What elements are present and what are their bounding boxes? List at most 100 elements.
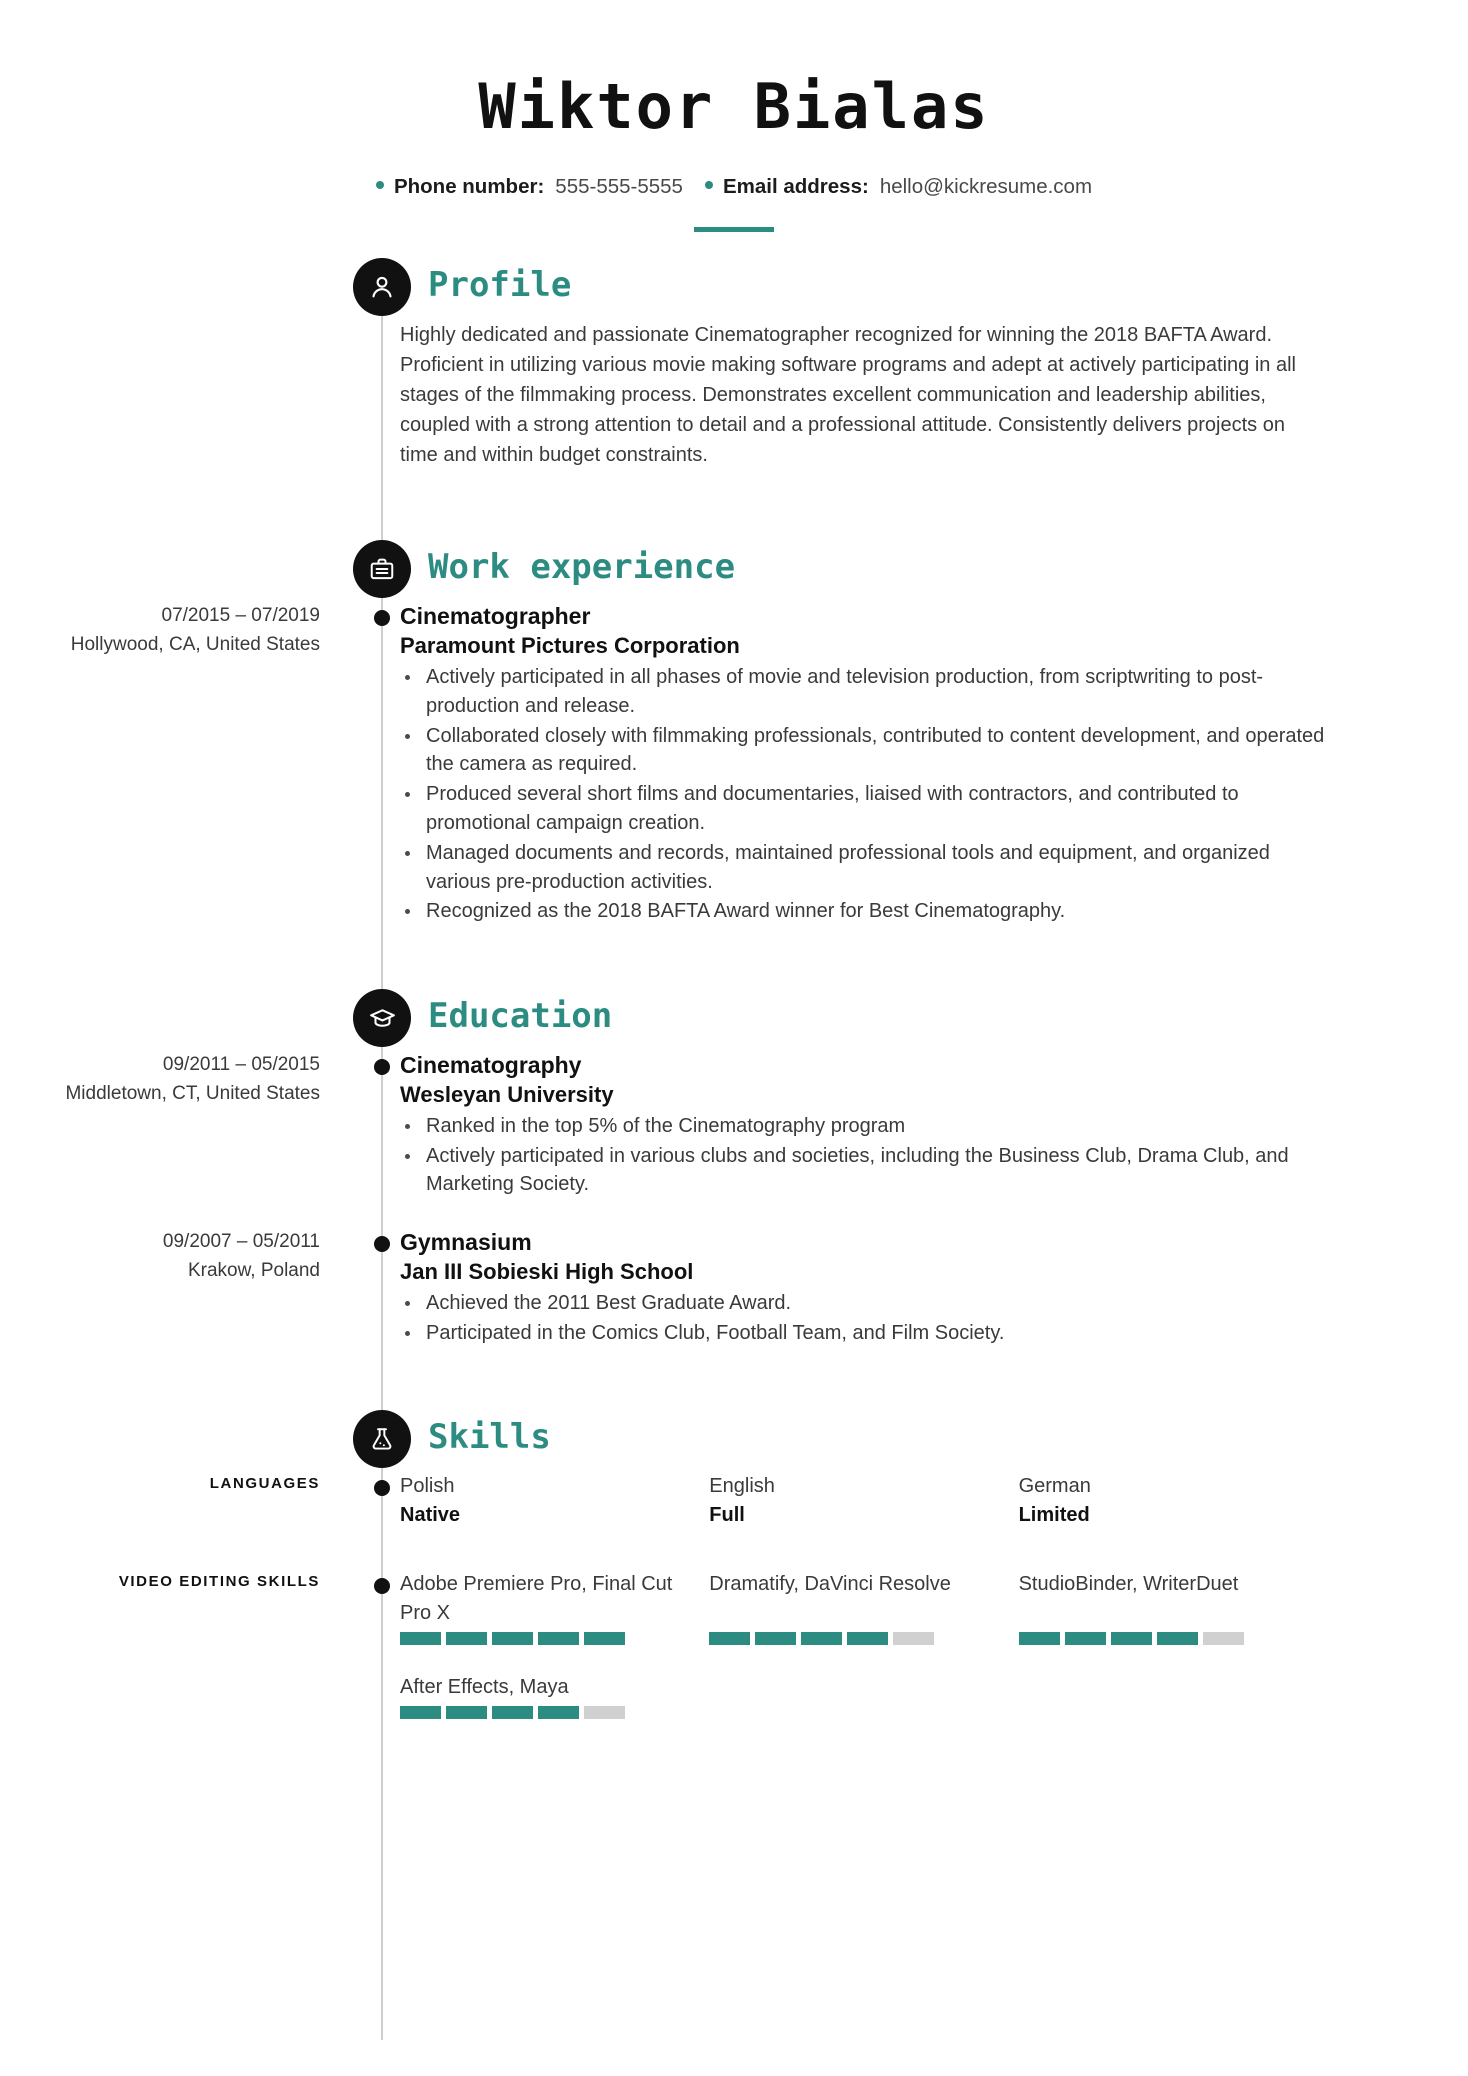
education-entry-date: 09/2007 – 05/2011 bbox=[162, 1231, 320, 1253]
education-entry-bullets: Ranked in the top 5% of the Cinematograp… bbox=[400, 1112, 1328, 1199]
header-divider bbox=[694, 227, 774, 233]
education-entry-organization: Wesleyan University bbox=[400, 1081, 614, 1107]
education-entry-body: Cinematography Wesleyan University Ranke… bbox=[352, 1051, 1468, 1200]
education-entry-date: 09/2011 – 05/2015 bbox=[162, 1054, 320, 1076]
email-label: Email address: bbox=[722, 175, 869, 199]
skill-item: Adobe Premiere Pro, Final Cut Pro X bbox=[400, 1570, 709, 1646]
bullet-dot-icon bbox=[375, 181, 384, 190]
skill-item: After Effects, Maya bbox=[400, 1673, 709, 1720]
work-header: Work experience bbox=[0, 540, 1468, 602]
work-entry-body: Cinematographer Paramount Pictures Corpo… bbox=[352, 602, 1468, 927]
education-entry-location: Krakow, Poland bbox=[187, 1259, 320, 1281]
profile-title: Profile bbox=[428, 265, 572, 306]
language-level: Native bbox=[400, 1504, 461, 1527]
skill-rating bbox=[709, 1632, 994, 1646]
graduation-cap-icon bbox=[353, 989, 411, 1048]
work-entry-gutter: 07/2015 – 07/2019 Hollywood, CA, United … bbox=[0, 602, 352, 927]
rating-segment-empty bbox=[584, 1706, 625, 1720]
briefcase-icon bbox=[353, 540, 411, 599]
rating-segment-filled bbox=[492, 1706, 533, 1720]
work-entry-organization: Paramount Pictures Corporation bbox=[400, 632, 740, 658]
section-profile: Profile Highly dedicated and passionate … bbox=[0, 258, 1468, 470]
education-entry: 09/2011 – 05/2015 Middletown, CT, United… bbox=[0, 1051, 1468, 1200]
work-entry-location: Hollywood, CA, United States bbox=[70, 633, 320, 655]
rating-segment-filled bbox=[1018, 1632, 1060, 1646]
education-entry-bullets: Achieved the 2011 Best Graduate Award. P… bbox=[400, 1289, 1328, 1348]
skill-item: StudioBinder, WriterDuet bbox=[1018, 1570, 1328, 1646]
education-title: Education bbox=[428, 996, 613, 1037]
education-entry-gutter: 09/2011 – 05/2015 Middletown, CT, United… bbox=[0, 1051, 352, 1200]
candidate-name: Wiktor Bialas bbox=[478, 70, 990, 143]
skills-title: Skills bbox=[428, 1417, 551, 1458]
work-entry: 07/2015 – 07/2019 Hollywood, CA, United … bbox=[0, 602, 1468, 927]
languages-columns: Polish Native English Full German Limite… bbox=[352, 1472, 1468, 1530]
phone-label: Phone number: bbox=[393, 175, 545, 199]
languages-category-label: Languages bbox=[209, 1475, 320, 1493]
rating-segment-filled bbox=[755, 1632, 797, 1646]
list-item: Participated in the Comics Club, Footbal… bbox=[400, 1319, 1328, 1348]
contact-phone: Phone number: 555-555-5555 bbox=[375, 175, 705, 199]
skills-header: Skills bbox=[0, 1410, 1468, 1472]
skills-video-editing-row-2: After Effects, Maya bbox=[0, 1673, 1468, 1720]
rating-segment-filled bbox=[1110, 1632, 1152, 1646]
education-entry-gutter: 09/2007 – 05/2011 Krakow, Poland bbox=[0, 1228, 352, 1348]
education-entry-title: Cinematography bbox=[400, 1052, 582, 1079]
list-item: Recognized as the 2018 BAFTA Award winne… bbox=[400, 897, 1328, 926]
language-name: English bbox=[709, 1475, 775, 1498]
skill-item-empty bbox=[709, 1673, 1018, 1719]
rating-segment-empty bbox=[1202, 1632, 1244, 1646]
contact-row: Phone number: 555-555-5555 Email address… bbox=[0, 175, 1468, 199]
work-entry-title: Cinematographer bbox=[400, 603, 591, 630]
rating-segment-filled bbox=[538, 1632, 579, 1646]
skills-video-editing-row: Video editing skills Adobe Premiere Pro,… bbox=[0, 1570, 1468, 1646]
section-work-experience: Work experience 07/2015 – 07/2019 Hollyw… bbox=[0, 540, 1468, 927]
language-name: German bbox=[1018, 1475, 1091, 1498]
resume-page: Wiktor Bialas Phone number: 555-555-5555… bbox=[0, 0, 1468, 2076]
bullet-dot-icon bbox=[704, 181, 713, 190]
skill-rating bbox=[400, 1706, 685, 1720]
email-value: hello@kickresume.com bbox=[879, 175, 1093, 199]
rating-segment-filled bbox=[1156, 1632, 1198, 1646]
rating-segment-empty bbox=[893, 1632, 935, 1646]
language-name: Polish bbox=[400, 1475, 455, 1498]
language-item: German Limited bbox=[1019, 1472, 1328, 1530]
rating-segment-filled bbox=[492, 1632, 533, 1646]
skill-rating bbox=[400, 1632, 685, 1646]
education-entry-body: Gymnasium Jan III Sobieski High School A… bbox=[352, 1228, 1468, 1348]
language-item: English Full bbox=[709, 1472, 1018, 1530]
skill-name: Dramatify, DaVinci Resolve bbox=[709, 1573, 951, 1596]
video-editing-columns: Adobe Premiere Pro, Final Cut Pro X Dram… bbox=[352, 1570, 1468, 1646]
profile-body: Highly dedicated and passionate Cinemato… bbox=[352, 320, 1468, 470]
resume-header: Wiktor Bialas Phone number: 555-555-5555… bbox=[0, 0, 1468, 233]
contact-email: Email address: hello@kickresume.com bbox=[704, 175, 1093, 199]
rating-segment-filled bbox=[446, 1706, 487, 1720]
profile-gutter bbox=[0, 320, 352, 470]
list-item: Actively participated in all phases of m… bbox=[400, 663, 1328, 721]
language-level: Full bbox=[709, 1504, 745, 1527]
rating-segment-filled bbox=[1064, 1632, 1106, 1646]
video-editing-category-label: Video editing skills bbox=[118, 1573, 320, 1591]
rating-segment-filled bbox=[400, 1632, 441, 1646]
person-icon bbox=[353, 258, 411, 317]
list-item: Ranked in the top 5% of the Cinematograp… bbox=[400, 1112, 1328, 1141]
profile-entry: Highly dedicated and passionate Cinemato… bbox=[0, 320, 1468, 470]
section-education: Education 09/2011 – 05/2015 Middletown, … bbox=[0, 989, 1468, 1348]
rating-segment-filled bbox=[446, 1632, 487, 1646]
education-header: Education bbox=[0, 989, 1468, 1051]
list-item: Achieved the 2011 Best Graduate Award. bbox=[400, 1289, 1328, 1318]
skills-languages-row: Languages Polish Native English Full Ger… bbox=[0, 1472, 1468, 1530]
education-entry-location: Middletown, CT, United States bbox=[65, 1082, 320, 1104]
rating-segment-filled bbox=[538, 1706, 579, 1720]
section-skills: Skills Languages Polish Native English F… bbox=[0, 1410, 1468, 1720]
flask-icon bbox=[353, 1410, 411, 1469]
rating-segment-filled bbox=[400, 1706, 441, 1720]
education-entry: 09/2007 – 05/2011 Krakow, Poland Gymnasi… bbox=[0, 1228, 1468, 1348]
rating-segment-filled bbox=[801, 1632, 843, 1646]
phone-value: 555-555-5555 bbox=[555, 175, 683, 199]
work-entry-bullets: Actively participated in all phases of m… bbox=[400, 663, 1328, 926]
work-entry-date: 07/2015 – 07/2019 bbox=[161, 605, 321, 627]
language-level: Limited bbox=[1018, 1504, 1090, 1527]
list-item: Collaborated closely with filmmaking pro… bbox=[400, 722, 1328, 780]
list-item: Produced several short films and documen… bbox=[400, 780, 1328, 838]
skill-name: After Effects, Maya bbox=[400, 1676, 569, 1699]
